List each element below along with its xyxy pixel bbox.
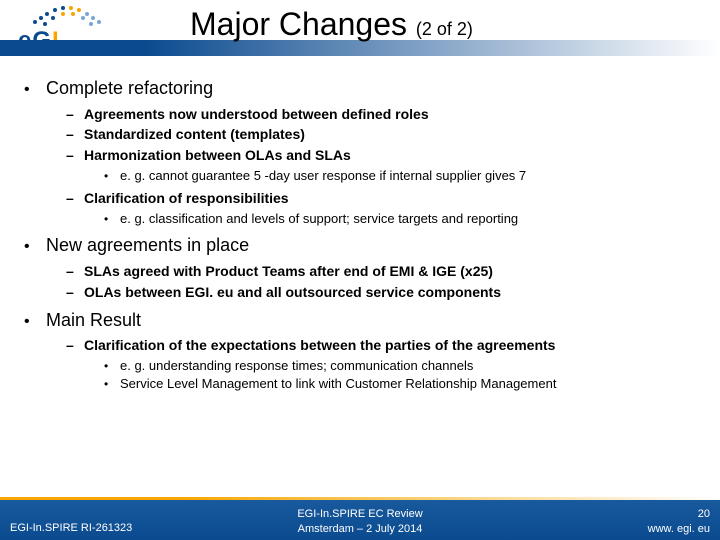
subbullet-text: OLAs between EGI. eu and all outsourced … (84, 284, 501, 300)
bullet-mainresult: Main Result Clarification of the expecta… (24, 308, 696, 393)
subsubbullet-text: Service Level Management to link with Cu… (120, 376, 556, 391)
title-pager: (2 of 2) (416, 19, 473, 39)
slide-footer: EGI-In.SPIRE RI-261323 EGI-In.SPIRE EC R… (0, 500, 720, 540)
logo-dots-icon (33, 2, 103, 27)
footer-page-number: 20 (648, 507, 710, 521)
footer-center-line1: EGI-In.SPIRE EC Review (297, 507, 422, 521)
subbullet-text: Clarification of the expectations betwee… (84, 337, 555, 353)
bullet-refactoring: Complete refactoring Agreements now unde… (24, 76, 696, 227)
title-text: Major Changes (190, 6, 416, 42)
subsubbullet-text: e. g. cannot guarantee 5 -day user respo… (120, 168, 526, 183)
footer-left: EGI-In.SPIRE RI-261323 (10, 522, 132, 534)
subsubbullet: Service Level Management to link with Cu… (104, 375, 696, 393)
subsubbullet: e. g. cannot guarantee 5 -day user respo… (104, 167, 696, 185)
subbullet: Clarification of responsibilities e. g. … (66, 189, 696, 227)
subbullet: Standardized content (templates) (66, 125, 696, 144)
slide-header: eGI Major Changes (2 of 2) (0, 0, 720, 60)
bullet-text: New agreements in place (46, 235, 249, 255)
bullet-text: Complete refactoring (46, 78, 213, 98)
subsubbullet-text: e. g. classification and levels of suppo… (120, 211, 518, 226)
subbullet-text: Harmonization between OLAs and SLAs (84, 147, 351, 163)
subbullet: Agreements now understood between define… (66, 105, 696, 124)
subbullet-text: Standardized content (templates) (84, 126, 305, 142)
subsubbullet: e. g. classification and levels of suppo… (104, 210, 696, 228)
bullet-newagreements: New agreements in place SLAs agreed with… (24, 233, 696, 301)
slide-title: Major Changes (2 of 2) (190, 6, 473, 43)
bullet-text: Main Result (46, 310, 141, 330)
subsubbullet: e. g. understanding response times; comm… (104, 357, 696, 375)
subbullet-text: Clarification of responsibilities (84, 190, 289, 206)
subbullet: Harmonization between OLAs and SLAs e. g… (66, 146, 696, 184)
footer-center: EGI-In.SPIRE EC Review Amsterdam – 2 Jul… (297, 507, 422, 536)
subbullet-text: Agreements now understood between define… (84, 106, 429, 122)
subbullet: SLAs agreed with Product Teams after end… (66, 262, 696, 281)
subsubbullet-text: e. g. understanding response times; comm… (120, 358, 473, 373)
subbullet: Clarification of the expectations betwee… (66, 336, 696, 392)
footer-center-line2: Amsterdam – 2 July 2014 (297, 522, 422, 536)
subbullet: OLAs between EGI. eu and all outsourced … (66, 283, 696, 302)
subbullet-text: SLAs agreed with Product Teams after end… (84, 263, 493, 279)
footer-right: 20 www. egi. eu (648, 507, 710, 536)
footer-url: www. egi. eu (648, 522, 710, 536)
slide-content: Complete refactoring Agreements now unde… (24, 76, 696, 398)
